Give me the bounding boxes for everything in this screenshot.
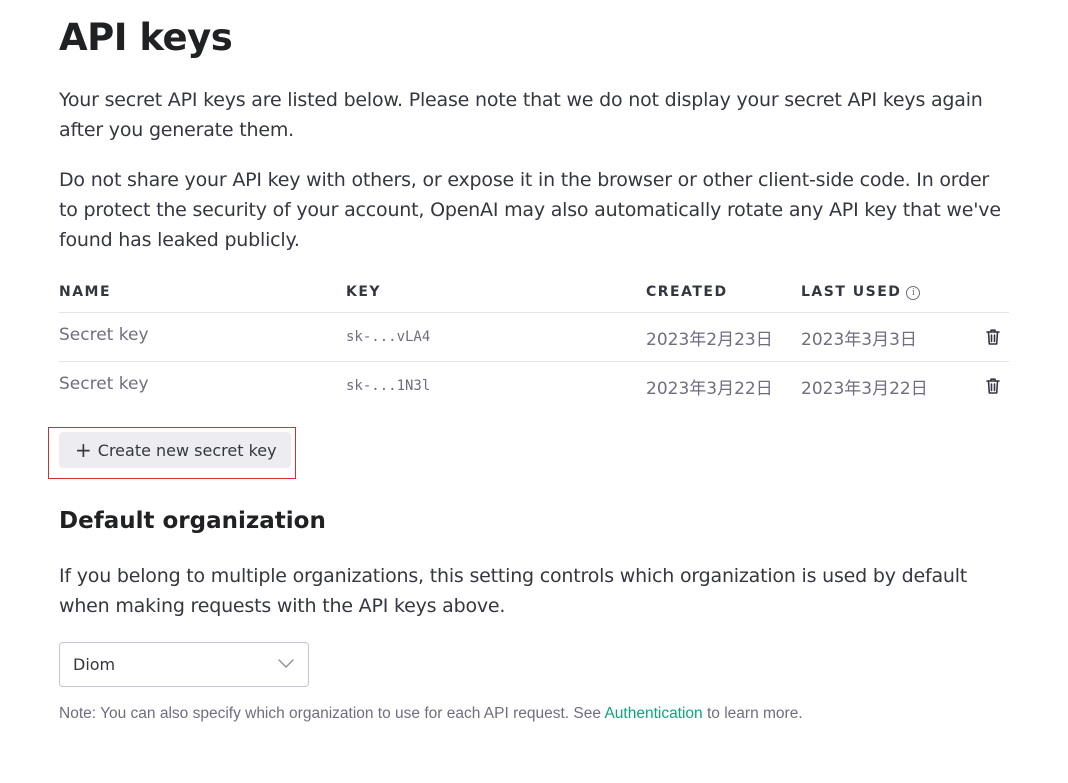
plus-icon: + xyxy=(75,438,92,462)
default-organization-description: If you belong to multiple organizations,… xyxy=(59,565,968,617)
note-prefix: Note: You can also specify which organiz… xyxy=(59,705,605,722)
intro-text: Your secret API keys are listed below. P… xyxy=(59,89,983,141)
api-keys-table: NAME KEY CREATED LAST USED i Secret key s… xyxy=(59,272,1009,410)
key-last-used-date: 2023年3月3日 xyxy=(801,330,917,350)
key-value: sk-...1N3l xyxy=(346,378,431,394)
trash-icon[interactable] xyxy=(986,377,1000,395)
organization-note: Note: You can also specify which organiz… xyxy=(59,705,803,723)
key-name: Secret key xyxy=(59,325,149,345)
organization-select[interactable]: Diom xyxy=(59,642,309,687)
authentication-link[interactable]: Authentication xyxy=(604,705,702,722)
table-header: NAME KEY CREATED LAST USED i xyxy=(59,272,1009,313)
key-last-used-date: 2023年3月22日 xyxy=(801,379,928,399)
column-header-created: CREATED xyxy=(646,284,728,300)
note-suffix: to learn more. xyxy=(702,705,803,722)
trash-icon[interactable] xyxy=(986,328,1000,346)
table-row: Secret key sk-...vLA4 2023年2月23日 2023年3月… xyxy=(59,313,1009,362)
default-organization-heading: Default organization xyxy=(59,508,326,534)
table-row: Secret key sk-...1N3l 2023年3月22日 2023年3月… xyxy=(59,362,1009,410)
page-title: API keys xyxy=(59,16,233,59)
create-new-secret-key-button[interactable]: + Create new secret key xyxy=(59,432,291,468)
info-icon[interactable]: i xyxy=(906,286,921,300)
column-header-last-used: LAST USED i xyxy=(801,284,921,300)
key-name: Secret key xyxy=(59,374,149,394)
column-header-last-used-label: LAST USED xyxy=(801,284,902,300)
organization-select-value: Diom xyxy=(73,655,116,674)
chevron-down-icon xyxy=(278,659,294,668)
security-warning-text: Do not share your API key with others, o… xyxy=(59,169,1001,251)
column-header-key: KEY xyxy=(346,284,382,300)
key-created-date: 2023年3月22日 xyxy=(646,379,773,399)
column-header-name: NAME xyxy=(59,284,112,300)
key-value: sk-...vLA4 xyxy=(346,329,431,345)
key-created-date: 2023年2月23日 xyxy=(646,330,773,350)
create-button-label: Create new secret key xyxy=(97,441,277,460)
